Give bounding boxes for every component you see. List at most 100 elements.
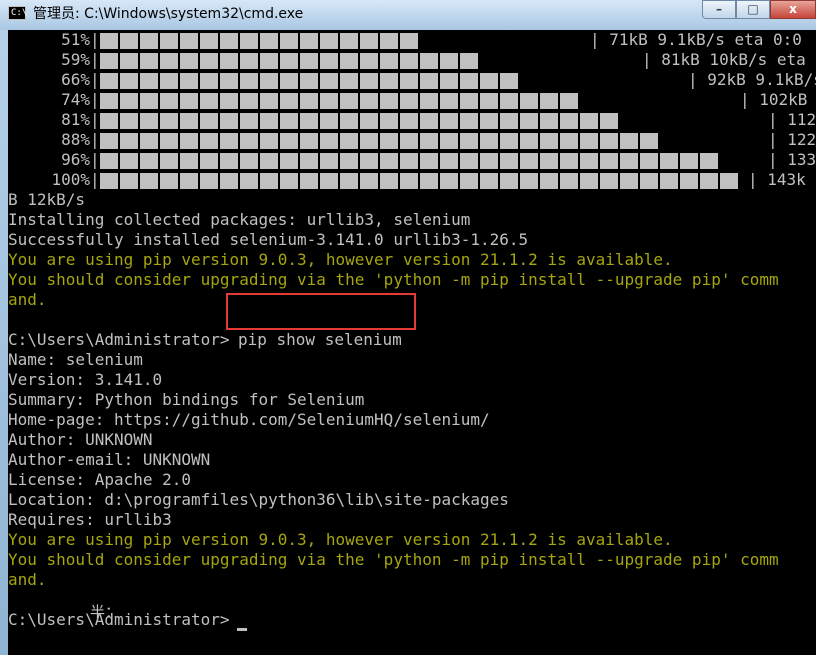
progress-block bbox=[260, 153, 278, 169]
progress-block bbox=[220, 33, 238, 49]
progress-block bbox=[160, 133, 178, 149]
progress-block bbox=[400, 93, 418, 109]
progress-block bbox=[680, 173, 698, 189]
progress-block bbox=[140, 173, 158, 189]
progress-block bbox=[400, 73, 418, 89]
window-title: 管理员: C:\Windows\system32\cmd.exe bbox=[33, 6, 304, 22]
progress-block bbox=[320, 153, 338, 169]
progress-block bbox=[200, 133, 218, 149]
command-highlight-box bbox=[226, 293, 416, 330]
pip-warning-line: You should consider upgrading via the 'p… bbox=[8, 550, 779, 569]
maximize-icon: □ bbox=[747, 2, 759, 16]
progress-block bbox=[240, 93, 258, 109]
pip-warning-line: You should consider upgrading via the 'p… bbox=[8, 270, 779, 289]
progress-block bbox=[300, 53, 318, 69]
progress-block bbox=[480, 153, 498, 169]
progress-block bbox=[280, 133, 298, 149]
close-icon: x bbox=[789, 2, 797, 16]
progress-block bbox=[540, 93, 558, 109]
progress-block bbox=[600, 153, 618, 169]
progress-block bbox=[400, 133, 418, 149]
progress-block bbox=[140, 153, 158, 169]
progress-block bbox=[120, 93, 138, 109]
progress-block bbox=[220, 93, 238, 109]
progress-block bbox=[480, 73, 498, 89]
progress-block bbox=[400, 53, 418, 69]
maximize-button[interactable]: □ bbox=[736, 0, 770, 19]
progress-block bbox=[440, 93, 458, 109]
progress-block bbox=[580, 113, 598, 129]
progress-block bbox=[320, 53, 338, 69]
progress-block bbox=[240, 53, 258, 69]
progress-block bbox=[640, 173, 658, 189]
progress-block bbox=[320, 133, 338, 149]
progress-block bbox=[300, 153, 318, 169]
minimize-button[interactable]: – bbox=[702, 0, 736, 19]
progress-block bbox=[560, 93, 578, 109]
progress-block bbox=[460, 153, 478, 169]
progress-block bbox=[360, 33, 378, 49]
progress-block bbox=[300, 113, 318, 129]
progress-stats: | 71kB 9.1kB/s eta 0:0 bbox=[590, 30, 802, 49]
progress-block bbox=[420, 53, 438, 69]
progress-block bbox=[180, 73, 198, 89]
progress-block bbox=[260, 93, 278, 109]
progress-block bbox=[460, 133, 478, 149]
cmd-app-icon[interactable]: C:\ bbox=[8, 6, 27, 20]
command-prompt: C:\Users\Administrator> bbox=[8, 330, 230, 349]
progress-block bbox=[480, 173, 498, 189]
progress-block bbox=[120, 33, 138, 49]
progress-block bbox=[420, 93, 438, 109]
progress-block bbox=[680, 153, 698, 169]
progress-bar-start: | bbox=[90, 150, 100, 169]
progress-block bbox=[180, 53, 198, 69]
progress-block bbox=[580, 173, 598, 189]
progress-block bbox=[460, 113, 478, 129]
progress-block bbox=[360, 173, 378, 189]
progress-block bbox=[180, 133, 198, 149]
progress-block bbox=[600, 133, 618, 149]
progress-block bbox=[480, 133, 498, 149]
progress-block bbox=[140, 133, 158, 149]
progress-block bbox=[340, 53, 358, 69]
pip-warning-line: You are using pip version 9.0.3, however… bbox=[8, 530, 673, 549]
progress-block bbox=[200, 173, 218, 189]
close-button[interactable]: x bbox=[770, 0, 816, 19]
progress-block bbox=[380, 173, 398, 189]
progress-block bbox=[380, 93, 398, 109]
progress-block bbox=[380, 53, 398, 69]
progress-block bbox=[180, 93, 198, 109]
progress-block bbox=[540, 173, 558, 189]
progress-block bbox=[280, 93, 298, 109]
progress-block bbox=[240, 113, 258, 129]
progress-block bbox=[220, 113, 238, 129]
progress-block bbox=[160, 93, 178, 109]
progress-bar-start: | bbox=[90, 70, 100, 89]
progress-block bbox=[100, 33, 118, 49]
console-line: Author: UNKNOWN bbox=[8, 430, 153, 449]
progress-percent: 81% bbox=[61, 110, 90, 129]
progress-block bbox=[100, 153, 118, 169]
console-line: Requires: urllib3 bbox=[8, 510, 172, 529]
progress-block bbox=[420, 73, 438, 89]
progress-bar-start: | bbox=[90, 50, 100, 69]
progress-block bbox=[560, 113, 578, 129]
progress-block bbox=[160, 113, 178, 129]
progress-block bbox=[300, 73, 318, 89]
progress-block bbox=[520, 133, 538, 149]
progress-block bbox=[200, 33, 218, 49]
progress-block bbox=[540, 113, 558, 129]
progress-block bbox=[360, 153, 378, 169]
progress-block bbox=[120, 153, 138, 169]
progress-block bbox=[660, 173, 678, 189]
progress-bar-start: | bbox=[90, 90, 100, 109]
progress-block bbox=[700, 153, 718, 169]
progress-block bbox=[260, 113, 278, 129]
console-output[interactable]: 51% | | 71kB 9.1kB/s eta 0:0 59% | | 81kB 10k… bbox=[8, 30, 816, 655]
typed-command: pip show selenium bbox=[238, 330, 402, 349]
progress-block bbox=[240, 133, 258, 149]
title-bar[interactable]: C:\ 管理员: C:\Windows\system32\cmd.exe – □… bbox=[0, 0, 816, 30]
progress-block bbox=[520, 173, 538, 189]
progress-block bbox=[580, 153, 598, 169]
progress-block bbox=[460, 93, 478, 109]
